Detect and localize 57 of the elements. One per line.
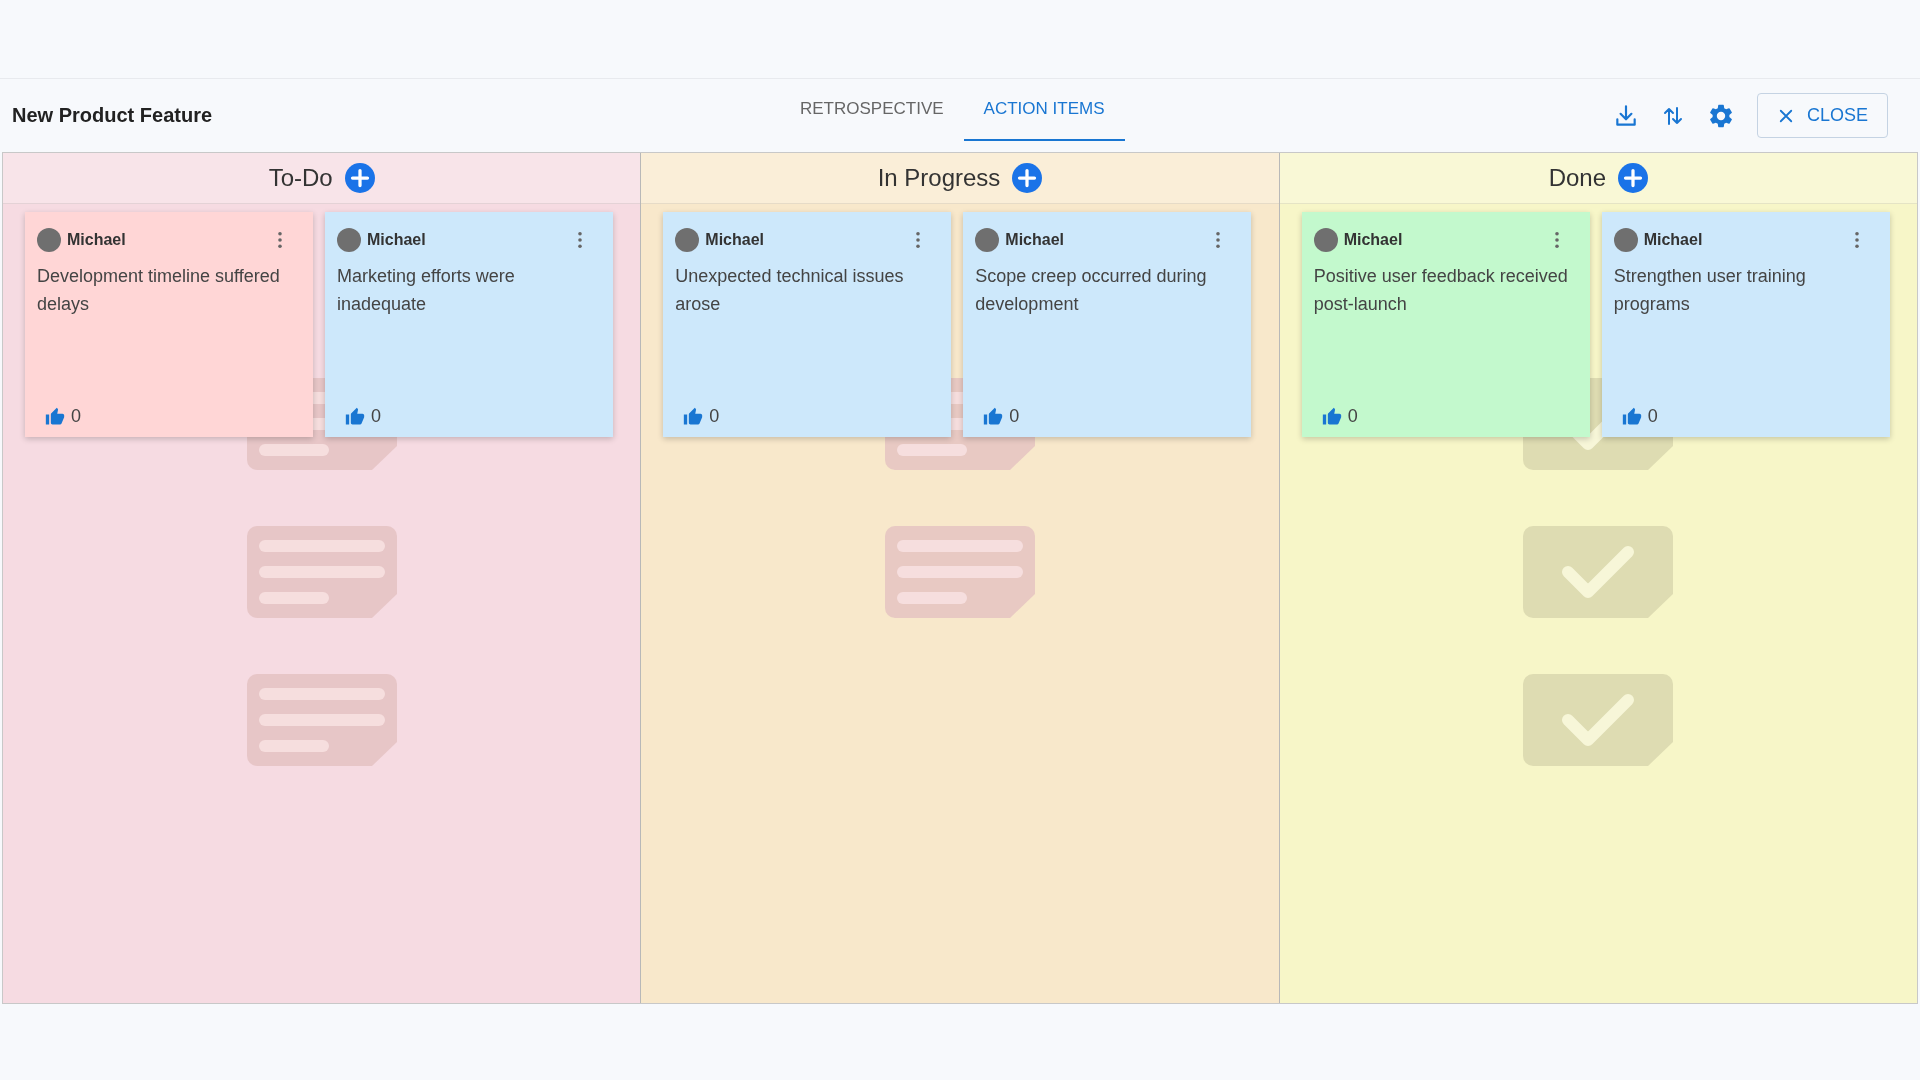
thumbs-up-icon[interactable] (1321, 406, 1342, 427)
like-count: 0 (1347, 406, 1358, 427)
thumbs-up-icon[interactable] (345, 406, 365, 427)
like-count: 0 (709, 406, 720, 427)
more-icon[interactable] (277, 231, 283, 249)
tab[interactable]: RETROSPECTIVE (780, 79, 964, 141)
add-icon[interactable] (1618, 163, 1648, 193)
like-count: 0 (71, 406, 81, 427)
add-icon[interactable] (1012, 163, 1043, 193)
note-card[interactable]: Michael Marketing efforts were inadequate 0 (325, 212, 613, 437)
avatar (975, 228, 1000, 252)
avatar (675, 228, 700, 252)
card-text: Positive user feedback received post-launch (1313, 265, 1569, 316)
note-card[interactable]: Michael Development timeline suffered delays 0 (25, 212, 313, 437)
like-count: 0 (1009, 406, 1020, 427)
column-title: Done (1548, 164, 1606, 192)
note-card[interactable]: Michael Strengthen user training programs 0 (1601, 212, 1890, 437)
close-button[interactable]: CLOSE (1756, 93, 1888, 138)
check-note-icon (1522, 674, 1675, 766)
author-name: Michael (705, 231, 764, 249)
add-icon[interactable] (344, 163, 375, 193)
author-name: Michael (1643, 231, 1703, 249)
tab[interactable]: ACTION ITEMS (963, 79, 1125, 141)
card-text: Unexpected technical issues arose (675, 265, 905, 316)
card-text: Development timeline suffered delays (37, 265, 281, 316)
thumbs-up-icon[interactable] (45, 406, 65, 427)
author-name: Michael (367, 231, 426, 249)
column-title: In Progress (877, 164, 1001, 192)
thumbs-up-icon[interactable] (983, 406, 1004, 427)
column-title: To-Do (268, 164, 333, 192)
check-note-icon (1522, 526, 1675, 618)
thumbs-up-icon[interactable] (1621, 406, 1642, 427)
note-card[interactable]: Michael Scope creep occurred during development 0 (963, 212, 1252, 437)
avatar (1313, 228, 1338, 252)
card-text: Marketing efforts were inadequate (337, 265, 516, 316)
thumbs-up-icon[interactable] (683, 406, 704, 427)
note-card[interactable]: Michael Unexpected technical issues arose 0 (663, 212, 952, 437)
note-card[interactable]: Michael Positive user feedback received post-launch 0 (1301, 212, 1590, 437)
author-name: Michael (67, 231, 126, 249)
note-icon (884, 526, 1036, 618)
avatar (337, 228, 361, 252)
note-icon (245, 526, 398, 618)
more-icon[interactable] (1215, 231, 1222, 249)
more-icon[interactable] (1553, 231, 1560, 249)
like-count: 0 (1647, 406, 1658, 427)
author-name: Michael (1005, 231, 1064, 249)
board-title: New Product Feature (12, 104, 213, 127)
note-icon (245, 674, 398, 766)
more-icon[interactable] (915, 231, 922, 249)
card-text: Strengthen user training programs (1613, 265, 1807, 316)
more-icon[interactable] (1853, 231, 1860, 249)
card-text: Scope creep occurred during development (975, 265, 1208, 316)
avatar (1613, 228, 1638, 252)
author-name: Michael (1343, 231, 1403, 249)
like-count: 0 (371, 406, 381, 427)
more-icon[interactable] (577, 231, 583, 249)
avatar (37, 228, 61, 252)
